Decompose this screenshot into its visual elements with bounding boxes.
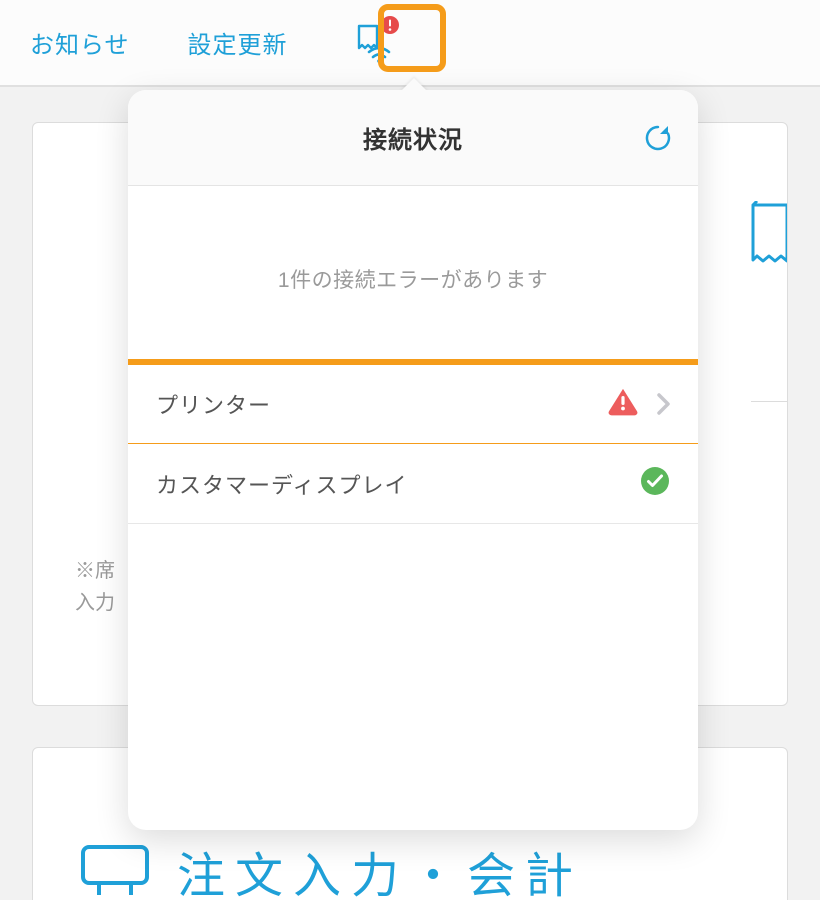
nav-settings-update[interactable]: 設定更新 [188,25,288,60]
popover-title: 接続状況 [363,120,463,155]
device-label: プリンター [156,388,608,420]
popover-header: 接続状況 [128,90,698,186]
device-list: プリンター カスタマーディスプレイ [128,364,698,524]
error-summary-text: 1件の接続エラーがあります [128,186,698,364]
hint-text: ※席 入力 [75,555,115,619]
refresh-button[interactable] [640,120,676,156]
device-row-customer-display[interactable]: カスタマーディスプレイ [128,444,698,524]
device-label: カスタマーディスプレイ [156,468,640,500]
order-entry-label: 注文入力・会計 [177,836,583,900]
refresh-icon [643,123,673,153]
receipt-icon [751,201,787,274]
warning-triangle-icon [608,388,638,421]
chevron-right-icon [656,393,670,415]
device-row-printer[interactable]: プリンター [128,364,698,444]
connection-status-popover: 接続状況 1件の接続エラーがあります プリンター [128,90,698,830]
check-circle-icon [640,466,670,501]
order-screen-icon [79,841,151,900]
nav-notices[interactable]: お知らせ [30,25,130,60]
tutorial-highlight-status-icon [378,4,446,72]
